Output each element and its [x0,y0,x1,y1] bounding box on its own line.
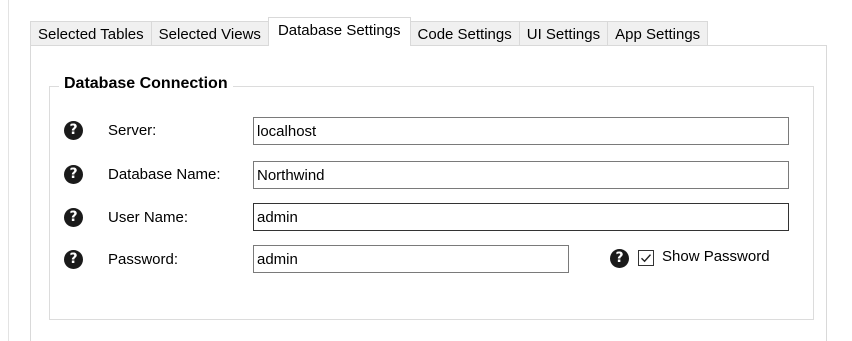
server-input[interactable] [253,117,789,145]
database-name-label: Database Name: [108,166,221,183]
password-label: Password: [108,251,179,268]
tab-strip: Selected Tables Selected Views Database … [30,17,709,46]
database-name-help-question-icon[interactable]: ? [64,165,83,184]
user-name-help-question-icon[interactable]: ? [64,208,83,227]
show-password-label[interactable]: Show Password [662,248,770,265]
password-input[interactable] [253,245,569,273]
tab-database-settings[interactable]: Database Settings [267,17,411,46]
settings-window: Selected Tables Selected Views Database … [0,0,852,341]
password-help-question-icon[interactable]: ? [64,250,83,269]
checkmark-icon [641,254,652,263]
server-label: Server: [108,122,157,139]
tab-ui-settings[interactable]: UI Settings [518,21,609,46]
user-name-label: User Name: [108,209,189,226]
tab-selected-views[interactable]: Selected Views [150,21,269,46]
tab-app-settings[interactable]: App Settings [607,21,709,46]
group-title: Database Connection [59,75,233,93]
server-help-question-icon[interactable]: ? [64,121,83,140]
left-border [0,0,9,341]
show-password-checkbox[interactable] [638,250,654,266]
tab-code-settings[interactable]: Code Settings [409,21,520,46]
show-password-help-question-icon[interactable]: ? [610,249,629,268]
user-name-input[interactable] [253,203,789,231]
tab-selected-tables[interactable]: Selected Tables [30,21,152,46]
database-name-input[interactable] [253,161,789,189]
